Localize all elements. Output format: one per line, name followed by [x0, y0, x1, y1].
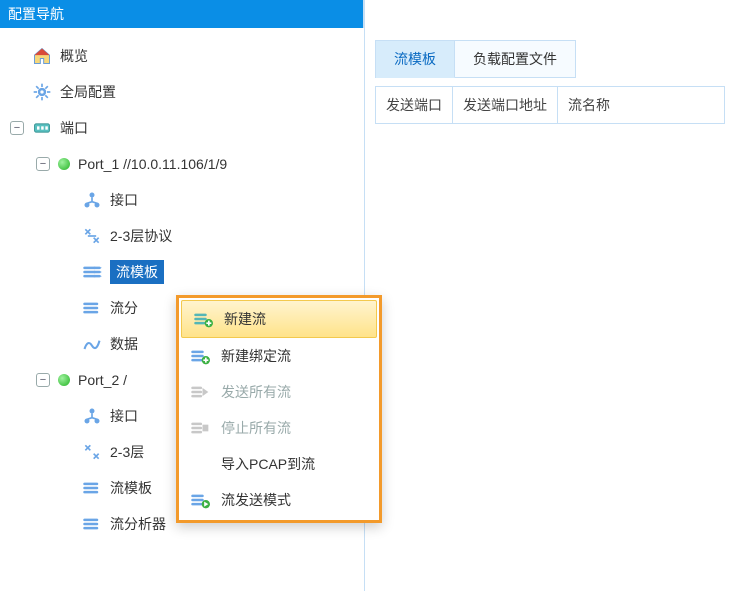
tree-item-ports[interactable]: − 端口 [6, 110, 364, 146]
col-flow-name[interactable]: 流名称 [558, 87, 620, 123]
panel-title: 配置导航 [0, 0, 364, 28]
stop-icon [190, 418, 210, 438]
play-icon [190, 382, 210, 402]
tree-item-port1-interface[interactable]: 接口 [6, 182, 364, 218]
flow-icon [82, 262, 102, 282]
menu-item-label: 新建绑定流 [221, 346, 369, 366]
collapse-toggle-icon[interactable]: − [10, 121, 24, 135]
tree-item-global-config[interactable]: 全局配置 [6, 74, 364, 110]
new-flow-icon [193, 309, 213, 329]
grid-header: 发送端口 发送端口地址 流名称 [375, 86, 725, 124]
protocol-icon [82, 442, 102, 462]
tab-payload-config[interactable]: 负载配置文件 [455, 41, 575, 78]
menu-item-label: 停止所有流 [221, 418, 369, 438]
tree-item-port1-l23[interactable]: 2-3层协议 [6, 218, 364, 254]
protocol-icon [82, 226, 102, 246]
menu-item-new-flow[interactable]: 新建流 [181, 300, 377, 338]
tree-item-label: Port_1 //10.0.11.106/1/9 [78, 156, 227, 172]
flow-icon [82, 298, 102, 318]
tree-item-label: 2-3层协议 [110, 226, 172, 246]
tree-item-overview[interactable]: 概览 [6, 38, 364, 74]
tree-item-port1[interactable]: − Port_1 //10.0.11.106/1/9 [6, 146, 364, 182]
menu-item-import-pcap[interactable]: 导入PCAP到流 [179, 446, 379, 482]
interface-icon [82, 190, 102, 210]
menu-item-stop-all: 停止所有流 [179, 410, 379, 446]
flow-icon [82, 478, 102, 498]
tree-item-label: 流模板 [110, 478, 152, 498]
home-icon [32, 46, 52, 66]
interface-icon [82, 406, 102, 426]
col-send-port[interactable]: 发送端口 [376, 87, 453, 123]
menu-item-new-bound-flow[interactable]: 新建绑定流 [179, 338, 379, 374]
tree-item-label: 流模板 [110, 260, 164, 284]
tree-item-label: Port_2 / [78, 372, 127, 388]
menu-item-label: 新建流 [224, 309, 366, 329]
gear-icon [32, 82, 52, 102]
port-icon [32, 118, 52, 138]
content-area: 流模板 负载配置文件 发送端口 发送端口地址 流名称 [375, 40, 725, 580]
collapse-toggle-icon[interactable]: − [36, 373, 50, 387]
tree-item-label: 全局配置 [60, 82, 116, 102]
tree-item-port1-flow-template[interactable]: 流模板 [6, 254, 364, 290]
tree-item-label: 流分 [110, 298, 138, 318]
tree-item-label: 接口 [110, 190, 138, 210]
menu-item-label: 导入PCAP到流 [221, 454, 369, 474]
tree-item-label: 流分析器 [110, 514, 166, 534]
tree-item-label: 2-3层 [110, 442, 144, 462]
tree-item-label: 数据 [110, 334, 138, 354]
menu-item-label: 流发送模式 [221, 490, 369, 510]
context-menu: 新建流 新建绑定流 发送所有流 停止所有流 导入PCAP到流 流发送模式 [176, 295, 382, 523]
tab-flow-template[interactable]: 流模板 [376, 41, 455, 78]
collapse-toggle-icon[interactable]: − [36, 157, 50, 171]
tree-item-label: 概览 [60, 46, 88, 66]
status-dot-icon [58, 374, 70, 386]
col-send-port-addr[interactable]: 发送端口地址 [453, 87, 558, 123]
menu-item-send-all: 发送所有流 [179, 374, 379, 410]
tab-bar: 流模板 负载配置文件 [375, 40, 576, 78]
analyzer-icon [82, 514, 102, 534]
tree-item-label: 端口 [60, 118, 88, 138]
bind-flow-icon [190, 346, 210, 366]
send-mode-icon [190, 490, 210, 510]
menu-item-label: 发送所有流 [221, 382, 369, 402]
tree-item-label: 接口 [110, 406, 138, 426]
status-dot-icon [58, 158, 70, 170]
menu-item-send-mode[interactable]: 流发送模式 [179, 482, 379, 518]
data-icon [82, 334, 102, 354]
